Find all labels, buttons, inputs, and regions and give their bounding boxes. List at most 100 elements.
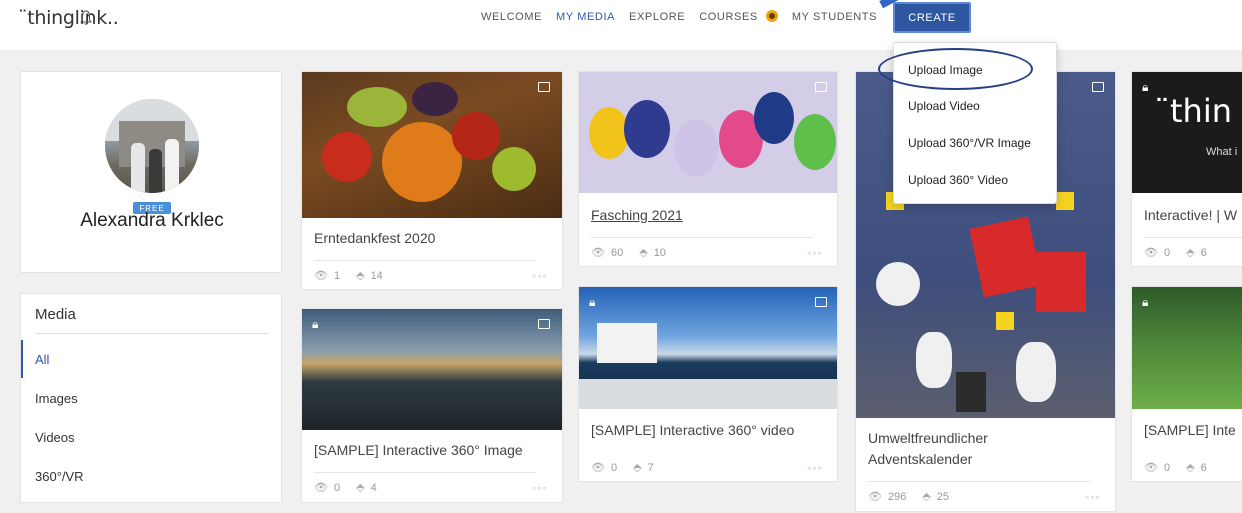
tag-count: 10 (653, 246, 666, 259)
card-stats: 👁 1 ⬘ 14 (314, 269, 399, 283)
card-stats: 👁 0 ⬘ 6 (1144, 246, 1223, 260)
nav-my-students[interactable]: MY STUDENTS (792, 11, 877, 23)
360-video-type-icon (815, 297, 827, 307)
tag-icon: ⬘ (356, 270, 365, 282)
avatar[interactable] (105, 99, 199, 193)
eye-icon: 👁 (591, 462, 605, 474)
menu-upload-360-vr-image[interactable]: Upload 360°/VR Image (908, 136, 1031, 150)
view-count: 0 (333, 481, 341, 494)
main-nav: WELCOME MY MEDIA EXPLORE COURSES MY STUD… (481, 10, 891, 23)
thumbnail[interactable] (302, 309, 562, 430)
media-filter-title: Media (35, 306, 76, 323)
thumbnail[interactable] (579, 72, 837, 193)
nav-my-media[interactable]: MY MEDIA (556, 11, 615, 23)
card-title[interactable]: [SAMPLE] Interactive 360° video (591, 420, 794, 441)
divider (868, 481, 1090, 482)
filter-all[interactable]: All (35, 352, 49, 367)
thumbnail[interactable] (579, 287, 837, 409)
divider (35, 333, 269, 334)
card-title[interactable]: Erntedankfest 2020 (314, 228, 435, 249)
card-stats: 👁 0 ⬘ 4 (314, 481, 393, 495)
eye-icon: 👁 (1144, 247, 1158, 259)
more-options-icon[interactable]: ◦◦◦ (532, 481, 548, 495)
lock-icon: 🔒︎ (1142, 295, 1149, 309)
filter-360-vr[interactable]: 360°/VR (35, 469, 84, 484)
coin-icon (765, 10, 778, 22)
tag-count: 14 (370, 269, 383, 282)
thumbnail[interactable] (302, 72, 562, 218)
view-count: 1 (333, 269, 341, 282)
thumbnail-logo-text: ¨thin (1154, 92, 1232, 130)
tag-icon: ⬘ (922, 491, 931, 503)
tag-count: 7 (647, 461, 654, 474)
card-title[interactable]: [SAMPLE] Interactive 360° Image (314, 440, 523, 461)
card-stats: 👁 0 ⬘ 6 (1144, 461, 1223, 475)
filter-videos[interactable]: Videos (35, 430, 75, 445)
thumbnail[interactable]: ¨thin What i (1132, 72, 1242, 193)
media-card[interactable]: Erntedankfest 2020 👁 1 ⬘ 14 ◦◦◦ (301, 71, 563, 290)
menu-upload-video[interactable]: Upload Video (908, 99, 980, 113)
eye-icon: 👁 (591, 247, 605, 259)
more-options-icon[interactable]: ◦◦◦ (1085, 490, 1101, 504)
view-count: 0 (1163, 246, 1171, 259)
bell-icon[interactable] (80, 10, 92, 26)
more-options-icon[interactable]: ◦◦◦ (807, 461, 823, 475)
view-count: 0 (610, 461, 618, 474)
thumbnail-subtext: What i (1206, 146, 1238, 158)
tag-count: 6 (1200, 246, 1207, 259)
lock-icon: 🔒︎ (1142, 80, 1149, 94)
nav-welcome[interactable]: WELCOME (481, 11, 542, 23)
more-options-icon[interactable]: ◦◦◦ (807, 246, 823, 260)
tag-count: 4 (370, 481, 377, 494)
card-title[interactable]: [SAMPLE] Inte (1144, 420, 1236, 441)
eye-icon: 👁 (314, 482, 328, 494)
media-card[interactable]: 🔒︎ [SAMPLE] Interactive 360° video 👁 0 ⬘ 7… (578, 286, 838, 482)
media-filter-panel: Media All Images Videos 360°/VR (20, 293, 282, 503)
card-title[interactable]: Fasching 2021 (591, 205, 683, 226)
image-type-icon (1092, 82, 1104, 92)
profile-card: FREE Alexandra Krklec (20, 71, 282, 273)
nav-explore[interactable]: EXPLORE (629, 11, 685, 23)
filter-images[interactable]: Images (35, 391, 78, 406)
divider (1144, 237, 1242, 238)
view-count: 60 (610, 246, 624, 259)
eye-icon: 👁 (1144, 462, 1158, 474)
image-type-icon (815, 82, 827, 92)
card-stats: 👁 296 ⬘ 25 (868, 490, 965, 504)
lock-icon: 🔒︎ (589, 295, 596, 309)
360-type-icon (538, 319, 550, 329)
tag-icon: ⬘ (1186, 462, 1195, 474)
divider (591, 237, 813, 238)
divider (314, 260, 536, 261)
image-type-icon (538, 82, 550, 92)
active-indicator (21, 340, 23, 378)
tag-icon: ⬘ (633, 462, 642, 474)
tag-count: 6 (1200, 461, 1207, 474)
card-stats: 👁 0 ⬘ 7 (591, 461, 670, 475)
media-card[interactable]: ¨thin What i 🔒︎ Interactive! | W 👁 0 ⬘ 6 (1131, 71, 1242, 267)
eye-icon: 👁 (868, 491, 882, 503)
card-stats: 👁 60 ⬘ 10 (591, 246, 682, 260)
nav-courses[interactable]: COURSES (699, 11, 758, 23)
card-title[interactable]: Umweltfreundlicher Adventskalender (868, 428, 1068, 470)
media-card[interactable]: 🔒︎ [SAMPLE] Inte 👁 0 ⬘ 6 (1131, 286, 1242, 482)
media-card[interactable]: 🔒︎ [SAMPLE] Interactive 360° Image 👁 0 ⬘ 4… (301, 308, 563, 503)
tag-count: 25 (936, 490, 950, 503)
lock-icon: 🔒︎ (312, 317, 319, 331)
create-button[interactable]: CREATE (893, 2, 971, 33)
profile-name: Alexandra Krklec (80, 210, 224, 231)
thinglink-logo[interactable]: ¨thinglink.. (18, 7, 119, 29)
tag-icon: ⬘ (1186, 247, 1195, 259)
view-count: 0 (1163, 461, 1171, 474)
media-card[interactable]: Fasching 2021 👁 60 ⬘ 10 ◦◦◦ (578, 71, 838, 267)
card-title[interactable]: Interactive! | W (1144, 205, 1237, 226)
annotation-highlight-oval (878, 48, 1033, 90)
menu-upload-360-video[interactable]: Upload 360° Video (908, 173, 1008, 187)
divider (314, 472, 536, 473)
view-count: 296 (887, 490, 907, 503)
thumbnail[interactable] (1132, 287, 1242, 409)
tag-icon: ⬘ (356, 482, 365, 494)
eye-icon: 👁 (314, 270, 328, 282)
more-options-icon[interactable]: ◦◦◦ (532, 269, 548, 283)
tag-icon: ⬘ (639, 247, 648, 259)
